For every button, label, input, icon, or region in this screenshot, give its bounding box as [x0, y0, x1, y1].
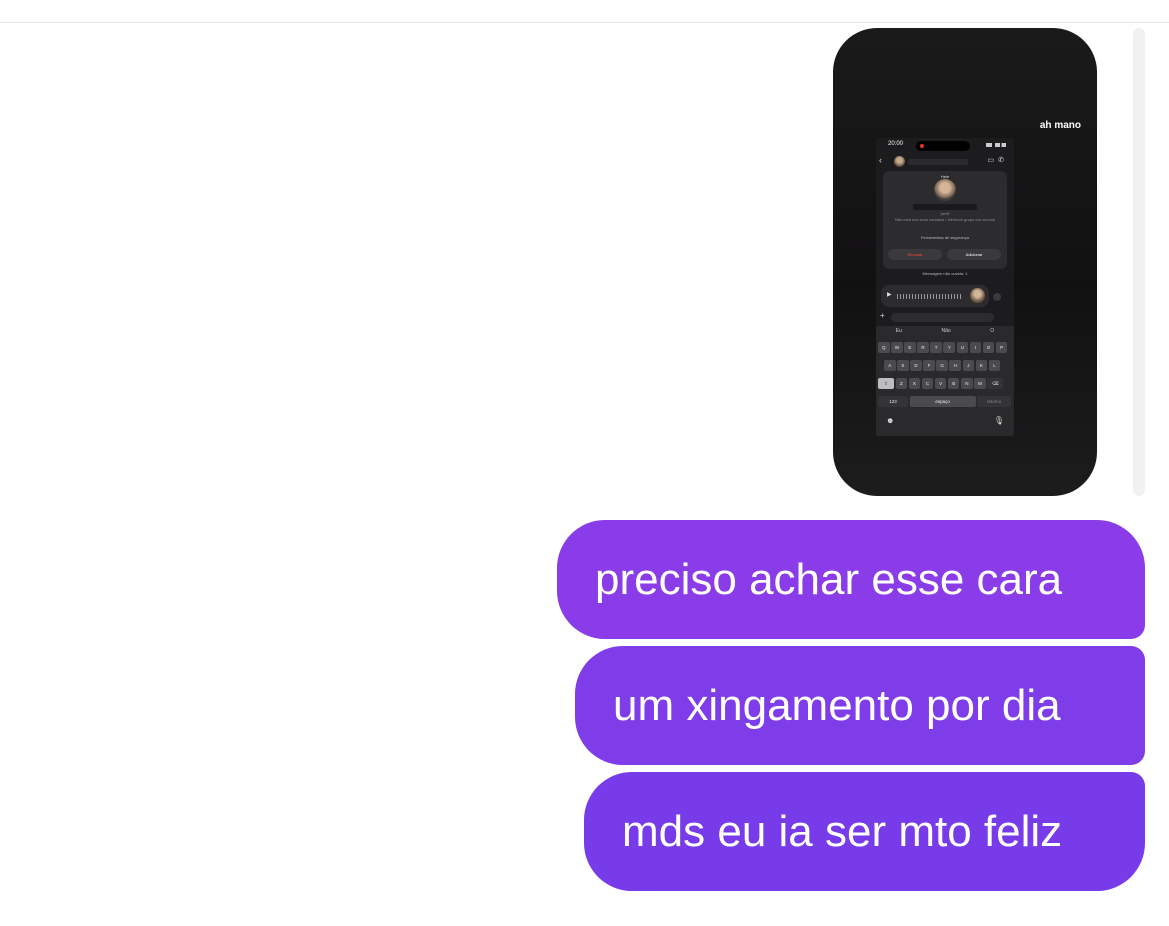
keyboard-key: G [936, 360, 948, 371]
play-icon: ▶ [887, 292, 892, 298]
suggestion: Não [941, 328, 951, 334]
keyboard-key: H [949, 360, 961, 371]
keyboard-key: E [904, 342, 916, 353]
space-key: espaço [909, 396, 976, 407]
back-chevron-icon: ‹ [879, 155, 882, 165]
keyboard-key: F [923, 360, 935, 371]
message-text: um xingamento por dia [613, 681, 1061, 730]
signal-icon [986, 143, 1006, 147]
keyboard-suggestions: Eu Não O [876, 328, 1014, 334]
dictation-mic-icon: 🎙 [993, 416, 1004, 425]
dynamic-island [916, 141, 970, 151]
profile-avatar [934, 179, 956, 201]
keyboard-key: N [961, 378, 973, 389]
suggestion: O [990, 328, 995, 334]
shift-key: ⇧ [878, 378, 894, 389]
avatar [894, 156, 905, 167]
plus-icon: + [880, 311, 885, 320]
message-text: mds eu ia ser mto feliz [622, 807, 1063, 856]
keyboard-key: L [988, 360, 1001, 371]
profile-card: Hele perfil Não está nos seus contatos •… [883, 171, 1007, 269]
keyboard-row: 123 espaço retorno [878, 396, 1012, 407]
keyboard-key: B [947, 378, 960, 389]
return-key: retorno [977, 396, 1012, 407]
numbers-key: 123 [878, 396, 908, 407]
message-text: preciso achar esse cara [595, 555, 1063, 604]
keyboard-key: K [975, 360, 988, 371]
unread-label: Mensagem não ouvida: 1 [922, 271, 968, 276]
add-button: Adicionar [947, 249, 1001, 260]
story-screenshot: 20:00 ‹ ▭✆ Hele perfil Não está nos seus… [876, 138, 1014, 436]
keyboard-key: Q [878, 342, 890, 353]
keyboard-key: C [921, 378, 934, 389]
keyboard-row: ASDFGHJKL [884, 360, 1001, 371]
keyboard-key: O [982, 342, 995, 353]
call-icons: ▭✆ [987, 157, 1008, 164]
phone-chat-header: ‹ ▭✆ [876, 153, 1014, 169]
message-bubble[interactable]: preciso achar esse cara [557, 520, 1145, 639]
keyboard-key: A [884, 360, 896, 371]
keyboard-key: W [891, 342, 903, 353]
keyboard-key: X [908, 378, 921, 389]
emoji-icon: ☻ [886, 416, 895, 425]
recording-dot-icon [920, 144, 924, 148]
backspace-key: ⌫ [987, 378, 1004, 389]
message-bubble[interactable]: um xingamento por dia [575, 646, 1145, 765]
keyboard-key: R [917, 342, 929, 353]
phone-keyboard: Eu Não O QWERTYUIOP ASDFGHJKL ⇧ ZXCVBNM … [876, 326, 1014, 436]
safety-tools-link: Ferramentas de segurança [920, 235, 970, 240]
suggestion: Eu [895, 328, 902, 334]
voice-avatar [970, 288, 985, 303]
profile-subtitle: perfil [940, 211, 950, 216]
keyboard-key: Z [895, 378, 908, 389]
keyboard-key: T [930, 342, 942, 353]
keyboard-row: ⇧ ZXCVBNM ⌫ [878, 378, 1004, 389]
story-caption: ah mano [1039, 120, 1081, 131]
keyboard-key: D [910, 360, 922, 371]
refuse-button: Recusar [888, 249, 942, 260]
keyboard-row: QWERTYUIOP [878, 342, 1008, 353]
keyboard-key: Y [943, 342, 955, 353]
redacted-name [908, 159, 968, 165]
keyboard-key: S [897, 360, 909, 371]
header-divider [0, 22, 1169, 23]
keyboard-key: U [956, 342, 969, 353]
voice-message: ▶ [881, 285, 989, 307]
phone-message-input [891, 313, 994, 322]
redacted-number [913, 204, 977, 210]
mic-icon [993, 293, 1001, 301]
keyboard-key: P [995, 342, 1008, 353]
message-bubble[interactable]: mds eu ia ser mto feliz [584, 772, 1145, 891]
phone-status-bar: 20:00 [876, 138, 1014, 151]
keyboard-key: M [974, 378, 986, 389]
keyboard-letters: ZXCVBNM [895, 378, 986, 389]
keyboard-key: I [969, 342, 982, 353]
keyboard-key: J [962, 360, 975, 371]
keyboard-key: V [934, 378, 947, 389]
scrollbar[interactable] [1133, 28, 1145, 496]
phone-time: 20:00 [888, 141, 904, 147]
contact-info: Não está nos seus contatos • Nenhum grup… [894, 217, 996, 222]
waveform [897, 294, 961, 299]
